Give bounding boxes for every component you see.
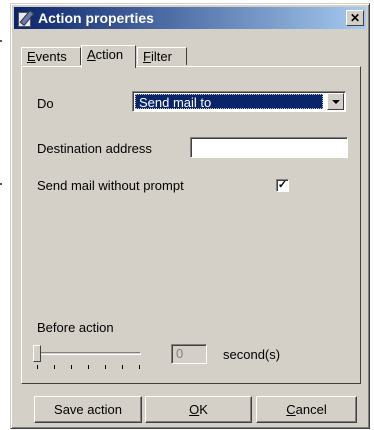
send-without-prompt-checkbox[interactable]: ✓ bbox=[276, 179, 289, 192]
do-label: Do bbox=[37, 96, 54, 111]
do-select-value: Send mail to bbox=[135, 94, 323, 110]
edge-mark bbox=[0, 40, 2, 42]
ok-button[interactable]: OK bbox=[145, 396, 252, 423]
checkmark-icon: ✓ bbox=[277, 179, 288, 191]
do-select[interactable]: Send mail to bbox=[132, 91, 346, 112]
before-action-slider[interactable] bbox=[33, 344, 145, 372]
title-bar[interactable]: Action properties ✕ bbox=[14, 7, 366, 29]
properties-icon bbox=[17, 9, 35, 27]
before-action-label: Before action bbox=[37, 320, 114, 335]
window-title: Action properties bbox=[38, 10, 154, 26]
save-action-button[interactable]: Save action bbox=[34, 396, 142, 423]
destination-label: Destination address bbox=[37, 141, 152, 156]
cancel-button[interactable]: Cancel bbox=[256, 396, 357, 423]
tab-panel bbox=[21, 66, 361, 384]
prompt-label: Send mail without prompt bbox=[37, 178, 184, 193]
close-icon[interactable]: ✕ bbox=[346, 10, 364, 26]
tab-events[interactable]: Events bbox=[21, 47, 81, 65]
tab-action[interactable]: Action bbox=[81, 45, 136, 68]
edge-mark bbox=[0, 183, 2, 185]
before-action-seconds-field[interactable]: 0 bbox=[171, 344, 207, 364]
action-properties-dialog: Action properties ✕ Events Action Filter… bbox=[10, 3, 370, 429]
tab-filter[interactable]: Filter bbox=[137, 47, 187, 65]
seconds-label: second(s) bbox=[223, 347, 281, 362]
destination-address-field[interactable] bbox=[190, 137, 348, 158]
slider-track bbox=[37, 352, 141, 355]
chevron-down-icon[interactable] bbox=[327, 93, 344, 110]
slider-thumb[interactable] bbox=[33, 345, 41, 362]
